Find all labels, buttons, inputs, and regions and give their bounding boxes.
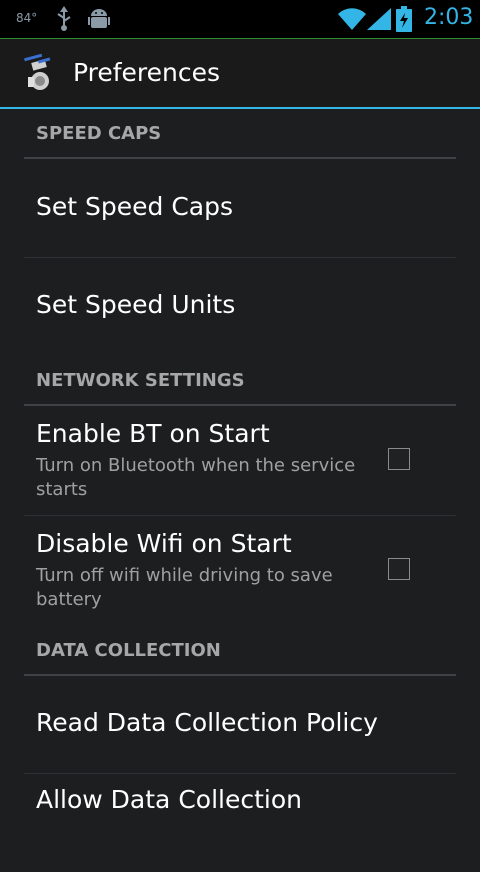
pref-read-data-policy[interactable]: Read Data Collection Policy: [24, 676, 456, 774]
action-bar: Preferences: [0, 39, 480, 109]
pref-summary: Turn off wifi while driving to save batt…: [36, 565, 333, 610]
pref-set-speed-caps[interactable]: Set Speed Caps: [24, 159, 456, 258]
category-speed-caps: SPEED CAPS: [24, 109, 456, 159]
pref-title: Disable Wifi on Start: [36, 529, 292, 558]
pref-set-speed-units[interactable]: Set Speed Units: [24, 258, 456, 356]
temperature-indicator: 84°: [16, 11, 38, 25]
preferences-list[interactable]: SPEED CAPS Set Speed Caps Set Speed Unit…: [0, 109, 480, 814]
clock: 2:03: [424, 5, 474, 30]
pref-summary: Turn on Bluetooth when the service start…: [36, 455, 356, 500]
page-title: Preferences: [73, 58, 221, 87]
pref-allow-data-collection[interactable]: Allow Data Collection: [24, 774, 456, 872]
category-label: DATA COLLECTION: [36, 640, 221, 661]
pref-title: Set Speed Units: [36, 290, 236, 319]
pref-title: Set Speed Caps: [36, 192, 233, 221]
status-bar: 84° 2:03: [0, 0, 480, 39]
pref-title: Enable BT on Start: [36, 419, 270, 448]
battery-charging-icon: [396, 6, 412, 36]
pref-disable-wifi[interactable]: Disable Wifi on Start Turn off wifi whil…: [24, 516, 456, 626]
signal-icon: [367, 8, 391, 34]
pref-enable-bt[interactable]: Enable BT on Start Turn on Bluetooth whe…: [24, 406, 456, 516]
category-label: NETWORK SETTINGS: [36, 370, 245, 391]
wifi-icon: [338, 8, 366, 34]
category-label: SPEED CAPS: [36, 123, 162, 144]
category-data-collection: DATA COLLECTION: [24, 626, 456, 676]
pref-title: Read Data Collection Policy: [36, 708, 378, 737]
android-debug-icon: [88, 6, 110, 36]
category-network-settings: NETWORK SETTINGS: [24, 356, 456, 406]
usb-icon: [54, 6, 74, 36]
disable-wifi-checkbox[interactable]: [388, 558, 410, 580]
enable-bt-checkbox[interactable]: [388, 448, 410, 470]
app-icon[interactable]: [20, 53, 58, 97]
